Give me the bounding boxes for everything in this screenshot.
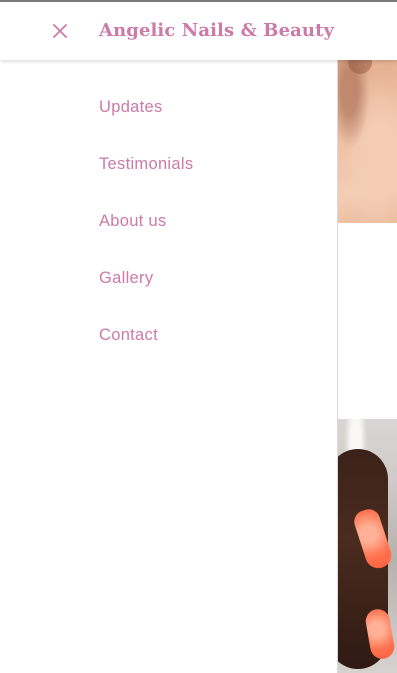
nav-item-contact[interactable]: Contact — [99, 324, 193, 381]
close-icon — [53, 24, 67, 38]
nav-item-testimonials[interactable]: Testimonials — [99, 153, 193, 210]
top-app-bar: Angelic Nails & Beauty — [0, 0, 397, 60]
nav-list: Updates Testimonials About us Gallery Co… — [99, 96, 193, 381]
nav-item-about-us[interactable]: About us — [99, 210, 193, 267]
nail-photo-bottom — [338, 419, 397, 673]
nav-item-gallery[interactable]: Gallery — [99, 267, 193, 324]
close-menu-button[interactable] — [45, 16, 75, 46]
nail-photo-top — [338, 60, 397, 223]
navigation-drawer: Updates Testimonials About us Gallery Co… — [0, 60, 338, 673]
site-title[interactable]: Angelic Nails & Beauty — [99, 20, 334, 41]
nav-item-updates[interactable]: Updates — [99, 96, 193, 153]
